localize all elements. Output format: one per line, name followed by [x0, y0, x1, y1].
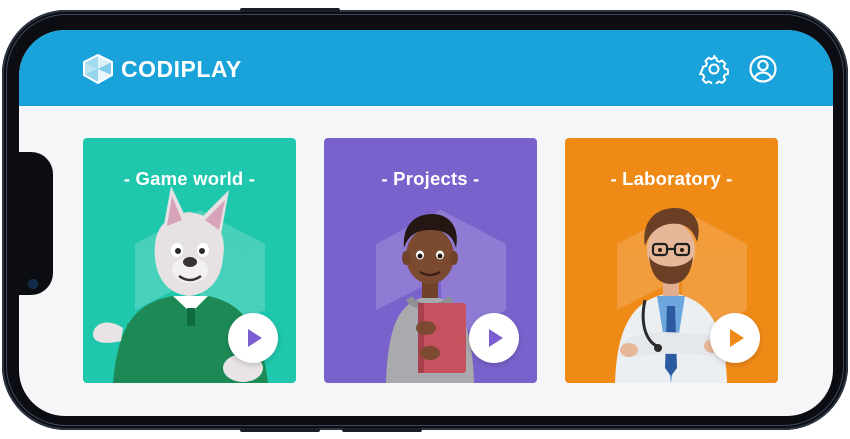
card-title: - Projects - [381, 168, 480, 189]
play-button[interactable] [228, 313, 278, 363]
play-icon [489, 329, 503, 347]
phone-frame: CODIPLAY - Game world - - Projects - - L… [2, 8, 848, 432]
phone-side-button [240, 8, 340, 12]
card-game-world[interactable]: - Game world - [83, 138, 296, 383]
card-laboratory[interactable]: - Laboratory - [565, 138, 778, 383]
display-notch [19, 152, 53, 295]
play-button[interactable] [469, 313, 519, 363]
card-title: - Laboratory - [610, 168, 733, 189]
play-icon [248, 329, 262, 347]
play-button[interactable] [710, 313, 760, 363]
play-icon [730, 329, 744, 347]
logo-icon [83, 54, 113, 84]
gear-icon[interactable] [699, 54, 729, 84]
app-screen: CODIPLAY - Game world - - Projects - - L… [19, 30, 833, 416]
phone-side-button [240, 428, 320, 432]
app-logo[interactable]: CODIPLAY [81, 54, 242, 84]
card-projects[interactable]: - Projects - [324, 138, 537, 383]
phone-side-button [342, 428, 422, 432]
card-title: - Game world - [123, 168, 256, 189]
user-circle-icon[interactable] [748, 54, 778, 84]
camera-icon [29, 280, 37, 288]
app-header: CODIPLAY [19, 30, 833, 106]
logo-text: CODIPLAY [121, 55, 242, 82]
